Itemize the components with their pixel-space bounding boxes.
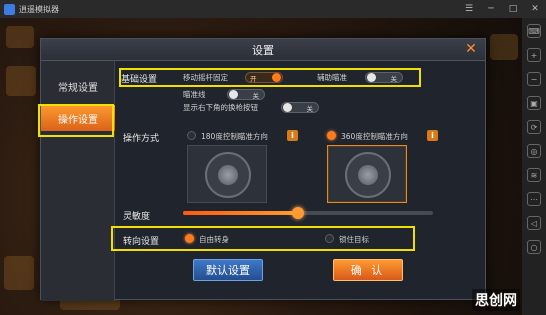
screenshot-icon[interactable]: ▣: [527, 96, 541, 110]
info-icon[interactable]: i: [287, 130, 298, 141]
window-title: 逍遥模拟器: [19, 4, 59, 14]
tab-control-settings[interactable]: 操作设置: [41, 105, 115, 131]
sensitivity-fill: [183, 211, 298, 215]
close-window-icon[interactable]: ✕: [524, 0, 546, 18]
show-switch-gun-label: 显示右下角的换枪按钮: [183, 103, 258, 112]
volume-up-icon[interactable]: +: [527, 48, 541, 62]
show-switch-gun-state: 关: [306, 104, 314, 113]
free-turn-label: 自由转身: [199, 235, 229, 244]
aim-assist-toggle[interactable]: 关: [365, 72, 403, 83]
crosshair-label: 瞄准线: [183, 90, 206, 99]
crosshair-toggle[interactable]: 关: [227, 89, 265, 100]
toggle-knob: [229, 90, 238, 99]
joystick-base-icon: [205, 152, 251, 198]
toggle-knob: [367, 73, 376, 82]
reset-defaults-button[interactable]: 默认设置: [193, 259, 263, 281]
joystick-preview-180[interactable]: [187, 145, 267, 203]
close-icon[interactable]: ✕: [463, 41, 479, 57]
basic-settings-label: 基础设置: [121, 75, 158, 85]
fixed-joystick-label: 移动摇杆固定: [183, 73, 228, 82]
emulator-side-toolbar: ⌨ + − ▣ ⟳ ◎ ≋ ⋯ ◁ ○: [522, 18, 546, 315]
settings-dialog: 设置 ✕ 常规设置 操作设置 基础设置 移动摇杆固定 开 辅助瞄准 关 瞄准线 …: [38, 38, 487, 301]
control-180-label: 180度控制瞄准方向: [201, 132, 268, 141]
settings-sidebar: 常规设置 操作设置: [38, 61, 115, 301]
crosshair-state: 关: [252, 91, 260, 100]
turning-label: 转向设置: [123, 237, 160, 247]
joystick-knob-icon: [358, 165, 378, 185]
aim-assist-label: 辅助瞄准: [317, 73, 347, 82]
back-icon[interactable]: ◁: [527, 216, 541, 230]
minimize-icon[interactable]: ─: [480, 0, 502, 18]
location-icon[interactable]: ◎: [527, 144, 541, 158]
sensitivity-label: 灵敏度: [123, 212, 151, 222]
volume-down-icon[interactable]: −: [527, 72, 541, 86]
lock-target-label: 锁住目标: [339, 235, 369, 244]
settings-content: 基础设置 移动摇杆固定 开 辅助瞄准 关 瞄准线 关 显示右下角的换枪按钮 关 …: [111, 61, 487, 301]
toggle-knob: [283, 103, 292, 112]
sensitivity-thumb[interactable]: [292, 207, 304, 219]
toggle-knob: [272, 73, 281, 82]
show-switch-gun-toggle[interactable]: 关: [281, 102, 319, 113]
sensitivity-slider[interactable]: [183, 207, 433, 219]
dialog-header: 设置 ✕: [41, 39, 485, 61]
info-icon[interactable]: i: [427, 130, 438, 141]
maximize-icon[interactable]: □: [502, 0, 524, 18]
control-360-label: 360度控制瞄准方向: [341, 132, 408, 141]
control-180-radio[interactable]: [187, 131, 196, 140]
emulator-titlebar: 逍遥模拟器 ☰ ─ □ ✕: [0, 0, 546, 18]
free-turn-radio[interactable]: [185, 234, 194, 243]
lock-target-radio[interactable]: [325, 234, 334, 243]
keyboard-icon[interactable]: ⌨: [527, 24, 541, 38]
joystick-knob-icon: [218, 165, 238, 185]
joystick-preview-360[interactable]: [327, 145, 407, 203]
dialog-title: 设置: [252, 43, 274, 57]
rotate-icon[interactable]: ⟳: [527, 120, 541, 134]
more-icon[interactable]: ⋯: [527, 192, 541, 206]
app-logo-icon: [4, 3, 15, 15]
menu-icon[interactable]: ☰: [458, 0, 480, 18]
confirm-button[interactable]: 确 认: [333, 259, 403, 281]
joystick-base-icon: [345, 152, 391, 198]
watermark: 思创网: [472, 289, 520, 311]
tab-general-settings[interactable]: 常规设置: [41, 73, 115, 99]
control-mode-label: 操作方式: [123, 134, 160, 144]
aim-assist-state: 关: [390, 74, 398, 83]
fixed-joystick-toggle[interactable]: 开: [245, 72, 283, 83]
shake-icon[interactable]: ≋: [527, 168, 541, 182]
home-icon[interactable]: ○: [527, 240, 541, 254]
fixed-joystick-state: 开: [250, 74, 257, 83]
control-360-radio[interactable]: [327, 131, 336, 140]
